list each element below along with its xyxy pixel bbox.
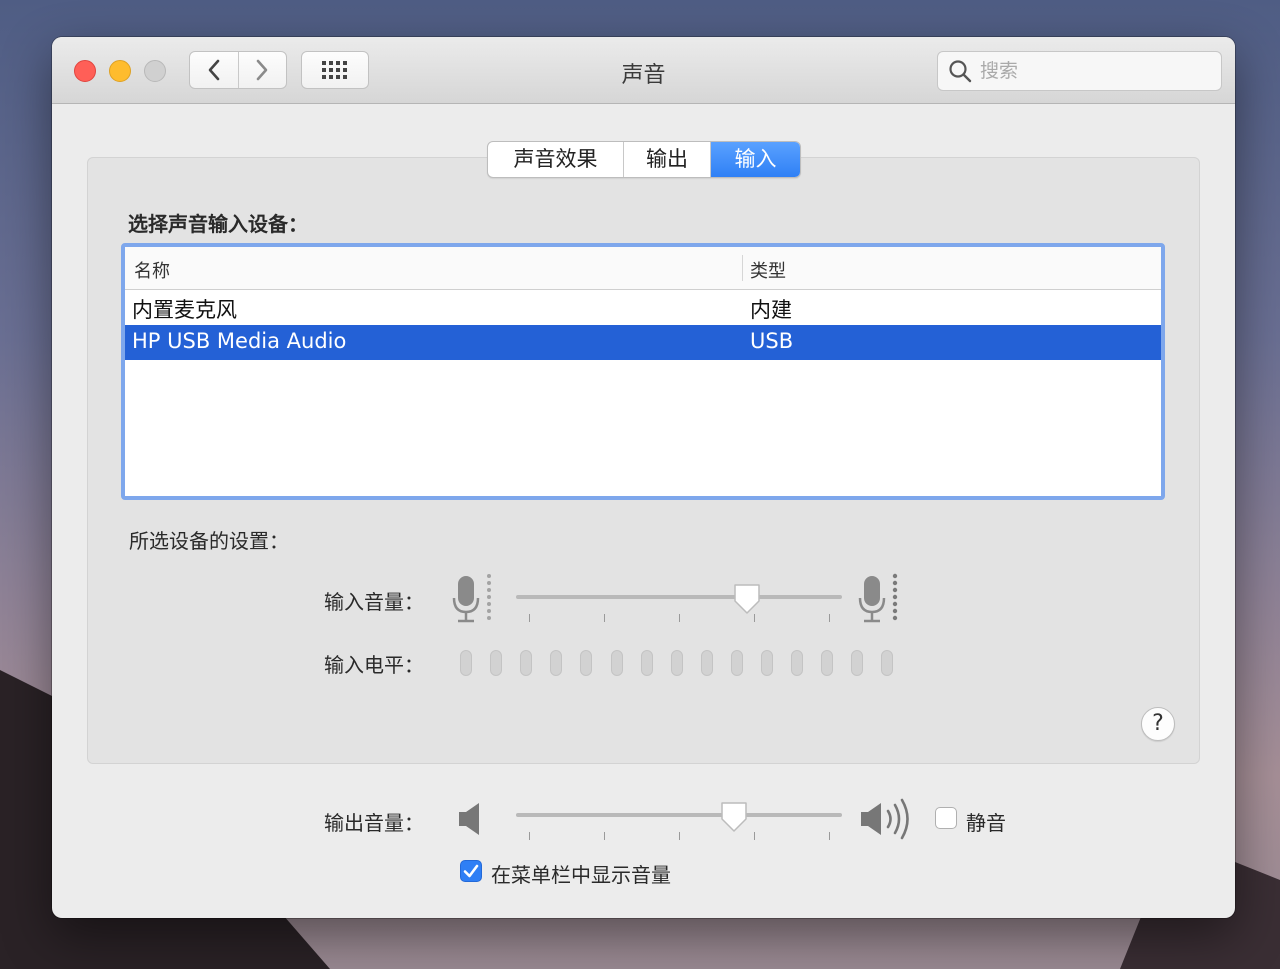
slider-thumb[interactable] xyxy=(732,582,762,616)
level-meter-bar xyxy=(610,650,623,676)
table-row[interactable]: 内置麦克风 内建 xyxy=(125,290,1161,325)
slider-tick xyxy=(679,832,680,840)
level-meter-bar xyxy=(670,650,683,676)
speaker-low-icon xyxy=(459,803,479,835)
column-header-name[interactable]: 名称 xyxy=(134,257,170,283)
slider-tick xyxy=(829,832,830,840)
device-type: USB xyxy=(750,329,794,353)
help-button[interactable]: ? xyxy=(1141,707,1175,741)
input-volume-slider[interactable] xyxy=(516,582,842,632)
mute-checkbox[interactable] xyxy=(935,807,957,829)
input-volume-label: 输入音量： xyxy=(324,590,424,614)
input-device-table[interactable]: 名称 类型 内置麦克风 内建 HP USB Media Audio USB xyxy=(121,243,1165,500)
slider-tick xyxy=(529,832,530,840)
title-bar: 声音 xyxy=(52,37,1235,104)
slider-tick xyxy=(604,614,605,622)
device-type: 内建 xyxy=(750,298,792,322)
table-header: 名称 类型 xyxy=(125,247,1161,290)
level-meter-bar xyxy=(700,650,713,676)
device-name: 内置麦克风 xyxy=(132,298,237,322)
level-meter-bar xyxy=(520,650,533,676)
slider-tick xyxy=(529,614,530,622)
tab-bar: 声音效果 输出 输入 xyxy=(487,141,801,178)
level-meter-bar xyxy=(580,650,593,676)
level-meter-bar xyxy=(640,650,653,676)
microphone-high-icon xyxy=(858,573,898,623)
slider-tick xyxy=(829,614,830,622)
tab-sound-effects[interactable]: 声音效果 xyxy=(488,142,624,177)
mute-label: 静音 xyxy=(966,811,1006,835)
column-header-type[interactable]: 类型 xyxy=(750,257,786,283)
show-volume-in-menubar-checkbox[interactable] xyxy=(460,860,482,882)
slider-track xyxy=(516,813,842,817)
device-settings-label: 所选设备的设置： xyxy=(129,529,289,553)
checkmark-icon xyxy=(463,864,479,878)
sound-preferences-window: 声音 声音效果 输出 输入 选择声音输入设备： 名称 类型 内置麦克风 内建 H… xyxy=(52,37,1235,918)
level-meter-bar xyxy=(730,650,743,676)
search-field[interactable] xyxy=(937,51,1222,91)
search-icon xyxy=(949,60,972,83)
slider-thumb[interactable] xyxy=(719,800,749,834)
microphone-low-icon xyxy=(452,574,491,623)
level-meter-bar xyxy=(460,650,472,676)
level-meter-bar xyxy=(490,650,503,676)
level-meter-bar xyxy=(761,650,773,676)
input-level-meter xyxy=(460,650,900,678)
search-input[interactable] xyxy=(978,59,1202,83)
tab-input[interactable]: 输入 xyxy=(711,142,800,177)
output-volume-slider[interactable] xyxy=(516,800,842,850)
slider-track xyxy=(516,595,842,599)
level-meter-bar xyxy=(851,650,864,676)
output-volume-label: 输出音量： xyxy=(324,811,424,835)
tab-output[interactable]: 输出 xyxy=(624,142,711,177)
level-meter-bar xyxy=(550,650,563,676)
slider-tick xyxy=(604,832,605,840)
level-meter-bar xyxy=(821,650,834,676)
slider-tick xyxy=(679,614,680,622)
slider-tick xyxy=(754,832,755,840)
show-volume-in-menubar-label: 在菜单栏中显示音量 xyxy=(491,863,671,887)
input-level-label: 输入电平： xyxy=(324,653,424,677)
level-meter-bar xyxy=(791,650,804,676)
device-name: HP USB Media Audio xyxy=(132,329,347,353)
speaker-high-icon xyxy=(861,798,909,840)
device-section-label: 选择声音输入设备： xyxy=(128,212,308,236)
column-separator xyxy=(742,255,743,281)
level-meter-bar xyxy=(881,650,894,676)
table-row-selected[interactable]: HP USB Media Audio USB xyxy=(125,325,1161,360)
